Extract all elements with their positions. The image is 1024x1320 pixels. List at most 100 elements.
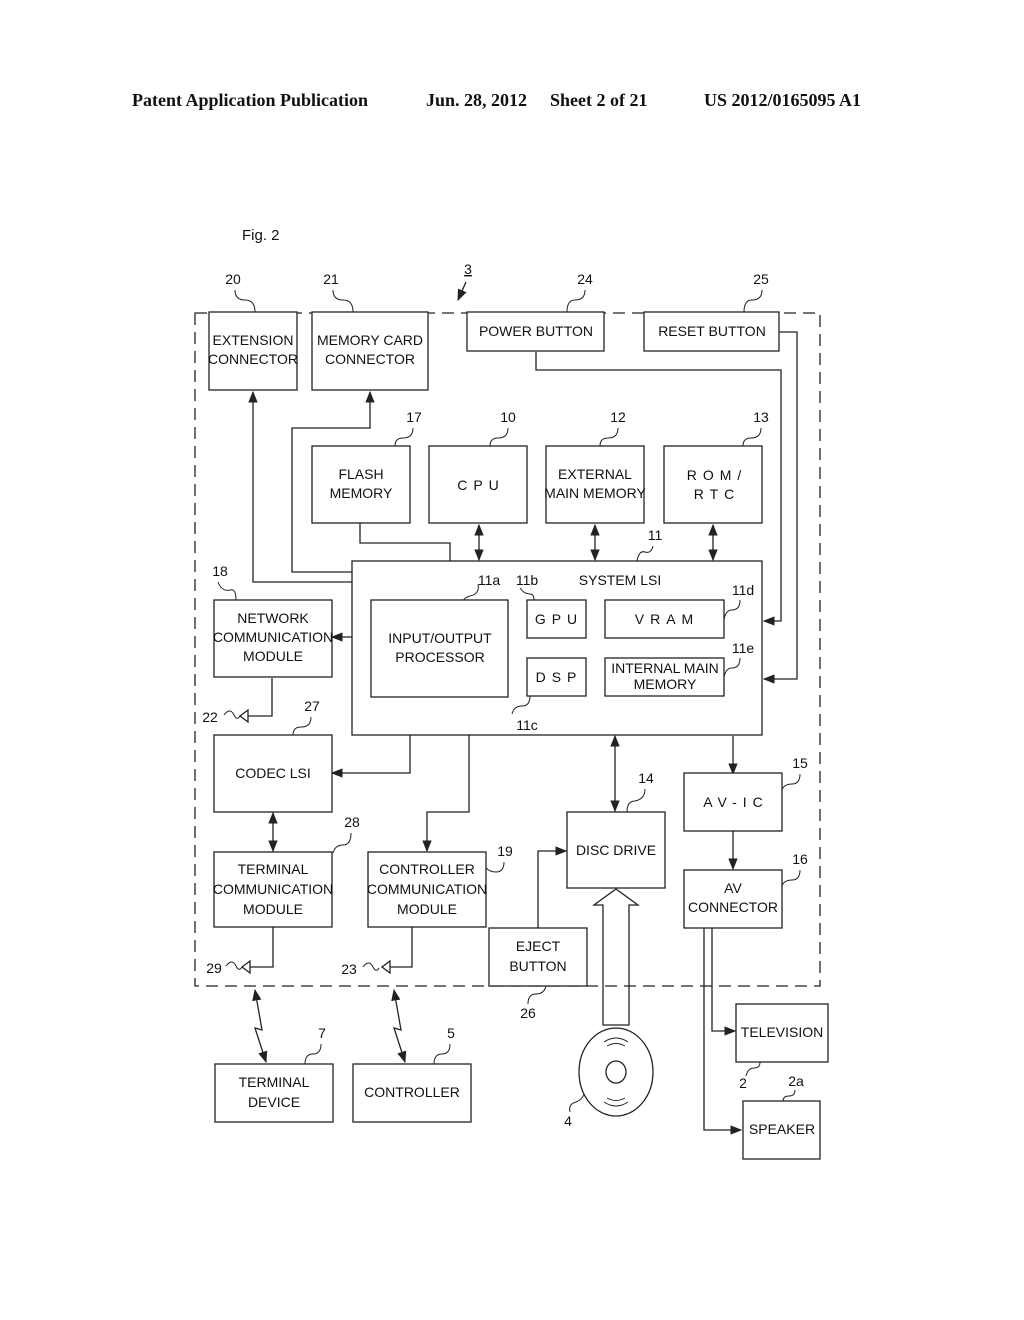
svg-text:CONNECTOR: CONNECTOR bbox=[325, 351, 415, 367]
svg-text:MODULE: MODULE bbox=[243, 648, 303, 664]
svg-text:14: 14 bbox=[638, 770, 654, 786]
svg-text:11e: 11e bbox=[732, 640, 755, 656]
svg-text:26: 26 bbox=[520, 1005, 536, 1021]
block-terminal-module: TERMINAL COMMUNICATION MODULE 28 bbox=[213, 814, 360, 928]
svg-text:13: 13 bbox=[753, 409, 769, 425]
svg-text:SYSTEM LSI: SYSTEM LSI bbox=[579, 572, 661, 588]
block-television: TELEVISION 2 bbox=[735, 1003, 829, 1091]
svg-text:MODULE: MODULE bbox=[397, 901, 457, 917]
svg-text:MEMORY: MEMORY bbox=[634, 676, 697, 692]
svg-text:27: 27 bbox=[304, 698, 320, 714]
svg-text:29: 29 bbox=[206, 960, 222, 976]
svg-text:NETWORK: NETWORK bbox=[237, 610, 309, 626]
svg-text:MODULE: MODULE bbox=[243, 901, 303, 917]
svg-text:10: 10 bbox=[500, 409, 516, 425]
block-av-ic: AV-IC 15 bbox=[683, 755, 808, 832]
block-reset-button: RESET BUTTON 25 bbox=[643, 271, 780, 352]
svg-text:TELEVISION: TELEVISION bbox=[741, 1024, 823, 1040]
svg-text:POWER BUTTON: POWER BUTTON bbox=[479, 323, 593, 339]
antenna-29: 29 bbox=[206, 959, 251, 976]
svg-text:22: 22 bbox=[202, 709, 218, 725]
svg-text:15: 15 bbox=[792, 755, 808, 771]
svg-text:DSP: DSP bbox=[536, 669, 583, 685]
wireless-link-controller bbox=[391, 988, 407, 1064]
svg-text:11b: 11b bbox=[516, 572, 539, 588]
svg-text:CONTROLLER: CONTROLLER bbox=[379, 861, 475, 877]
svg-text:28: 28 bbox=[344, 814, 360, 830]
svg-text:12: 12 bbox=[610, 409, 626, 425]
svg-text:MEMORY: MEMORY bbox=[330, 485, 393, 501]
disc-insertion-arrow bbox=[592, 888, 640, 1026]
svg-text:4: 4 bbox=[564, 1113, 572, 1129]
svg-text:SPEAKER: SPEAKER bbox=[749, 1121, 815, 1137]
block-controller: CONTROLLER 5 bbox=[352, 1025, 472, 1123]
svg-text:AV-IC: AV-IC bbox=[703, 794, 769, 810]
svg-text:2: 2 bbox=[739, 1075, 747, 1091]
svg-text:23: 23 bbox=[341, 961, 357, 977]
block-disc-drive: DISC DRIVE 14 bbox=[566, 770, 666, 889]
block-av-connector: AV CONNECTOR 16 bbox=[683, 851, 808, 929]
svg-text:19: 19 bbox=[497, 843, 513, 859]
svg-text:CODEC LSI: CODEC LSI bbox=[235, 765, 310, 781]
svg-text:FLASH: FLASH bbox=[338, 466, 383, 482]
svg-text:24: 24 bbox=[577, 271, 593, 287]
wireless-link-terminal bbox=[252, 988, 268, 1064]
conn-network-antenna bbox=[248, 678, 273, 717]
svg-text:25: 25 bbox=[753, 271, 769, 287]
svg-text:DISC DRIVE: DISC DRIVE bbox=[576, 842, 656, 858]
block-cpu: CPU 10 bbox=[428, 409, 528, 524]
svg-text:2a: 2a bbox=[788, 1073, 804, 1089]
svg-text:RTC: RTC bbox=[694, 486, 741, 502]
svg-text:18: 18 bbox=[212, 563, 228, 579]
svg-text:AV: AV bbox=[724, 880, 742, 896]
optical-disc-icon: 4 bbox=[564, 1027, 654, 1129]
svg-text:11c: 11c bbox=[516, 717, 538, 733]
svg-text:COMMUNICATION: COMMUNICATION bbox=[367, 881, 487, 897]
svg-text:11d: 11d bbox=[732, 582, 754, 598]
svg-text:TERMINAL: TERMINAL bbox=[239, 1074, 310, 1090]
svg-text:VRAM: VRAM bbox=[635, 611, 699, 627]
block-network-module: NETWORK COMMUNICATION MODULE 18 bbox=[212, 563, 333, 678]
block-power-button: POWER BUTTON 24 bbox=[466, 271, 605, 352]
antenna-22: 22 bbox=[202, 708, 249, 725]
svg-text:MAIN MEMORY: MAIN MEMORY bbox=[544, 485, 646, 501]
svg-text:CPU: CPU bbox=[457, 477, 505, 493]
svg-text:GPU: GPU bbox=[535, 611, 583, 627]
device-ref-arrow bbox=[457, 281, 467, 302]
svg-text:16: 16 bbox=[792, 851, 808, 867]
svg-text:COMMUNICATION: COMMUNICATION bbox=[213, 881, 333, 897]
conn-eject-disc bbox=[537, 846, 568, 928]
block-memory-card-connector: MEMORY CARD CONNECTOR 21 bbox=[311, 271, 429, 391]
svg-text:BUTTON: BUTTON bbox=[509, 958, 566, 974]
block-speaker: SPEAKER 2a bbox=[742, 1073, 821, 1160]
svg-text:CONTROLLER: CONTROLLER bbox=[364, 1084, 460, 1100]
svg-text:INTERNAL MAIN: INTERNAL MAIN bbox=[611, 660, 719, 676]
svg-text:PROCESSOR: PROCESSOR bbox=[395, 649, 484, 665]
block-diagram: Fig. 2 3 22 29 23 EXTENSION CONNECTOR 20… bbox=[194, 227, 829, 1160]
device-ref: 3 bbox=[464, 261, 472, 277]
block-extension-connector: EXTENSION CONNECTOR 20 bbox=[208, 271, 298, 391]
svg-text:ROM/: ROM/ bbox=[687, 467, 748, 483]
svg-text:11a: 11a bbox=[478, 572, 501, 588]
svg-text:21: 21 bbox=[323, 271, 339, 287]
svg-text:CONNECTOR: CONNECTOR bbox=[208, 351, 298, 367]
svg-text:TERMINAL: TERMINAL bbox=[238, 861, 309, 877]
block-external-main-memory: EXTERNAL MAIN MEMORY 12 bbox=[544, 409, 646, 524]
svg-text:RESET BUTTON: RESET BUTTON bbox=[658, 323, 766, 339]
block-terminal-device: TERMINAL DEVICE 7 bbox=[214, 1025, 334, 1123]
svg-text:EXTERNAL: EXTERNAL bbox=[558, 466, 632, 482]
svg-text:COMMUNICATION: COMMUNICATION bbox=[213, 629, 333, 645]
conn-terminal-antenna bbox=[250, 927, 274, 968]
svg-text:DEVICE: DEVICE bbox=[248, 1094, 300, 1110]
block-eject-button: EJECT BUTTON 26 bbox=[488, 927, 588, 1021]
conn-avconn-tv bbox=[711, 928, 737, 1036]
svg-text:EXTENSION: EXTENSION bbox=[213, 332, 294, 348]
figure-label: Fig. 2 bbox=[242, 227, 280, 244]
conn-controllermod-antenna bbox=[390, 927, 413, 968]
block-flash-memory: FLASH MEMORY 17 bbox=[311, 409, 422, 524]
svg-text:INPUT/OUTPUT: INPUT/OUTPUT bbox=[388, 630, 492, 646]
svg-text:20: 20 bbox=[225, 271, 241, 287]
block-codec-lsi: CODEC LSI 27 bbox=[213, 698, 333, 813]
svg-text:11: 11 bbox=[648, 527, 663, 543]
svg-text:17: 17 bbox=[406, 409, 422, 425]
